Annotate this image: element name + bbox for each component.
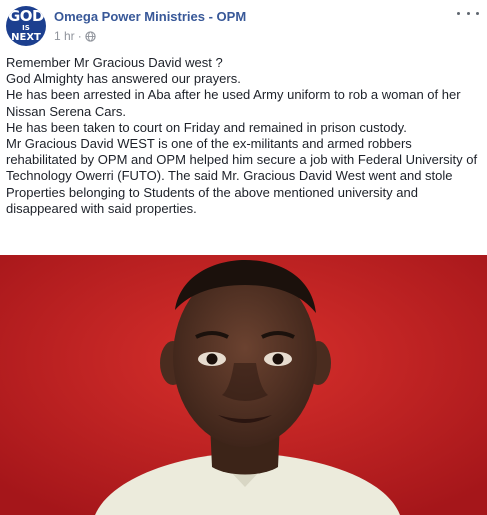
post-header: GOD IS NEXT Omega Power Ministries - OPM…	[0, 0, 487, 50]
post-paragraph: He has been arrested in Aba after he use…	[6, 87, 461, 119]
avatar-logo-line-1: GOD	[7, 7, 45, 25]
facebook-post: GOD IS NEXT Omega Power Ministries - OPM…	[0, 0, 487, 515]
globe-icon	[85, 30, 96, 42]
post-paragraph: Remember Mr Gracious David west ?	[6, 55, 223, 70]
post-photo[interactable]	[0, 255, 487, 515]
post-paragraph: Mr Gracious David WEST is one of the ex-…	[6, 136, 478, 216]
post-meta: 1 hr ·	[54, 29, 96, 43]
more-options-icon[interactable]	[457, 6, 479, 20]
post-paragraph: He has been taken to court on Friday and…	[6, 119, 407, 135]
post-text: Remember Mr Gracious David west ? God Al…	[6, 55, 481, 217]
avatar-logo-line-2: IS	[22, 24, 30, 32]
post-timestamp[interactable]: 1 hr	[54, 29, 75, 43]
avatar-logo-line-3: NEXT	[11, 32, 41, 43]
post-paragraph: God Almighty has answered our prayers.	[6, 71, 241, 87]
meta-separator: ·	[77, 29, 82, 43]
page-name-link[interactable]: Omega Power Ministries - OPM	[54, 9, 246, 24]
page-avatar[interactable]: GOD IS NEXT	[6, 6, 46, 46]
portrait-photo	[0, 255, 487, 515]
